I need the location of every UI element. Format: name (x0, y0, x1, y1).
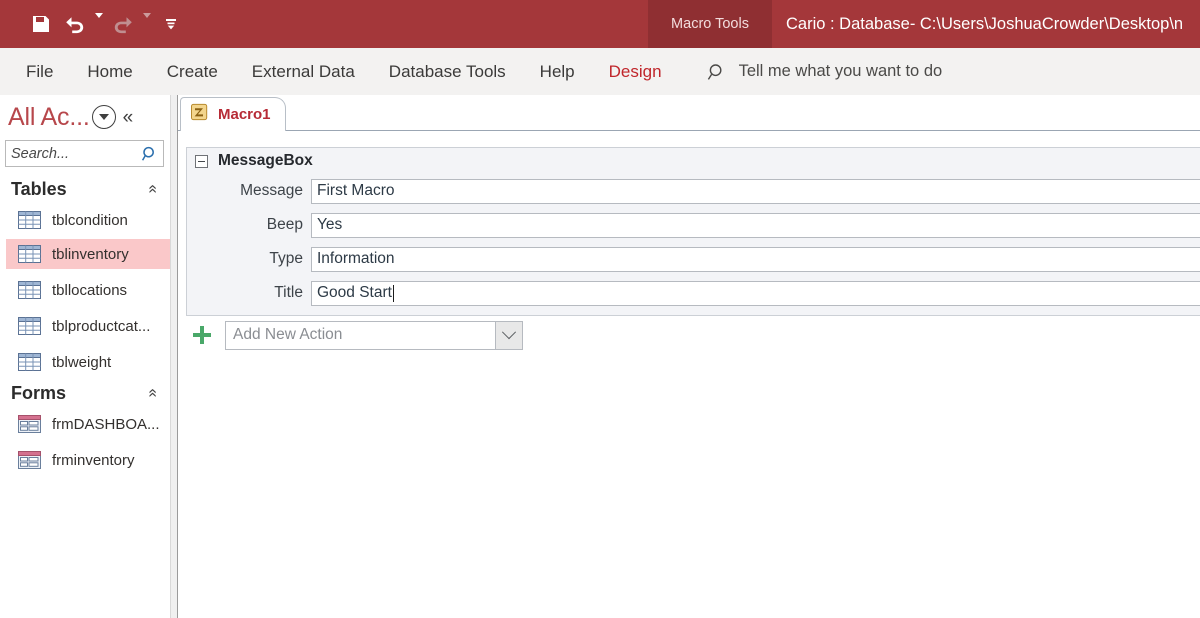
tab-help-label: Help (539, 61, 575, 81)
argument-value-message: First Macro (317, 182, 395, 199)
tab-create-label: Create (166, 61, 218, 81)
macro-argument-row: Beep Yes (187, 208, 1200, 242)
macro-action-block-messagebox: MessageBox Message First Macro Beep Yes … (186, 147, 1200, 316)
form-icon (18, 415, 41, 433)
argument-input-title[interactable]: Good Start (311, 280, 1200, 306)
quick-access-toolbar (0, 0, 188, 48)
document-tab-strip: Macro1 (178, 95, 1200, 131)
ribbon-tab-bar: File Home Create External Data Database … (0, 48, 1200, 96)
navigation-pane-header: All Ac... « (0, 95, 170, 139)
table-icon (18, 353, 41, 371)
nav-item-label: frminventory (52, 451, 135, 469)
argument-input-message[interactable]: First Macro (311, 178, 1200, 204)
nav-group-forms[interactable]: Forms « (0, 379, 170, 407)
nav-item-frmdashboard[interactable]: frmDASHBOA... (6, 409, 170, 439)
form-icon (18, 451, 41, 469)
argument-input-beep[interactable]: Yes (311, 212, 1200, 238)
nav-item-tblweight[interactable]: tblweight (6, 347, 170, 377)
table-icon (18, 245, 41, 263)
contextual-tab-label: Macro Tools (671, 16, 749, 32)
document-title: Cario : Database- C:\Users\JoshuaCrowder… (786, 0, 1183, 48)
search-icon[interactable] (137, 142, 163, 165)
tab-help[interactable]: Help (523, 48, 592, 95)
tab-create[interactable]: Create (150, 48, 235, 95)
nav-item-tblcondition[interactable]: tblcondition (6, 205, 170, 235)
nav-item-tbllocations[interactable]: tbllocations (6, 275, 170, 305)
macro-action-block-header[interactable]: MessageBox (187, 148, 1200, 174)
tab-file[interactable]: File (9, 48, 70, 95)
access-application-window: Macro Tools Cario : Database- C:\Users\J… (0, 0, 1200, 618)
tab-file-label: File (26, 61, 54, 81)
table-icon (18, 211, 41, 229)
document-area: Macro1 MessageBox Message First Macro Be… (178, 95, 1200, 618)
tab-home[interactable]: Home (70, 48, 149, 95)
tab-design[interactable]: Design (592, 48, 679, 95)
nav-group-tables-label: Tables (11, 178, 67, 199)
tell-me-label: Tell me what you want to do (738, 62, 943, 80)
collapse-navigation-pane-icon[interactable]: « (123, 108, 134, 127)
search-input-placeholder: Search... (11, 145, 70, 162)
undo-dropdown-icon[interactable] (92, 2, 106, 47)
argument-label-message: Message (240, 182, 303, 199)
customize-quick-access-toolbar-icon[interactable] (154, 7, 188, 41)
argument-label-title: Title (274, 284, 303, 301)
nav-item-label: tblcondition (52, 211, 128, 229)
chevron-down-icon[interactable] (495, 321, 522, 349)
redo-dropdown-icon (140, 2, 154, 47)
tab-database-tools[interactable]: Database Tools (372, 48, 523, 95)
document-title-text: Cario : Database- C:\Users\JoshuaCrowder… (786, 14, 1184, 33)
nav-item-label: tblweight (52, 353, 112, 371)
document-tab-macro1[interactable]: Macro1 (180, 97, 286, 131)
macro-argument-row: Type Information (187, 242, 1200, 276)
nav-item-frminventory[interactable]: frminventory (6, 445, 170, 475)
argument-label-beep: Beep (266, 216, 303, 233)
document-tab-label: Macro1 (218, 106, 271, 123)
tab-home-label: Home (87, 61, 133, 81)
nav-group-tables[interactable]: Tables « (0, 175, 170, 203)
contextual-tab-macro-tools[interactable]: Macro Tools (648, 0, 772, 48)
chevron-down-icon[interactable] (91, 105, 116, 129)
redo-icon (106, 7, 140, 41)
text-cursor (392, 284, 395, 302)
tell-me-search[interactable]: Tell me what you want to do (707, 62, 943, 82)
argument-value-title: Good Start (317, 284, 392, 301)
nav-group-forms-label: Forms (11, 382, 67, 403)
add-new-action-placeholder: Add New Action (233, 326, 343, 343)
nav-group-tables-collapse-icon[interactable]: « (145, 185, 162, 194)
add-new-action-row: Add New Action (186, 319, 706, 351)
navigation-pane-title[interactable]: All Ac... (8, 103, 90, 132)
nav-item-tblinventory[interactable]: tblinventory (6, 239, 170, 269)
macro-designer-surface: MessageBox Message First Macro Beep Yes … (178, 131, 1200, 618)
save-icon[interactable] (24, 7, 58, 41)
macro-argument-row: Title Good Start (187, 276, 1200, 310)
tab-external-data-label: External Data (251, 61, 355, 81)
macro-icon (189, 102, 209, 127)
nav-item-label: tblinventory (52, 245, 129, 263)
collapse-expand-icon[interactable] (195, 154, 208, 168)
add-new-action-combobox[interactable]: Add New Action (225, 320, 523, 350)
table-icon (18, 281, 41, 299)
nav-item-label: frmDASHBOA... (52, 415, 160, 433)
nav-item-label: tblproductcat... (52, 317, 151, 335)
nav-item-tblproductcat[interactable]: tblproductcat... (6, 311, 170, 341)
undo-icon[interactable] (58, 7, 92, 41)
title-bar: Macro Tools Cario : Database- C:\Users\J… (0, 0, 1200, 48)
argument-label-type: Type (269, 250, 303, 267)
nav-item-label: tbllocations (52, 281, 128, 299)
plus-icon[interactable] (191, 324, 213, 346)
tab-database-tools-label: Database Tools (388, 61, 506, 81)
table-icon (18, 317, 41, 335)
argument-value-type: Information (317, 250, 395, 267)
navigation-pane-splitter[interactable] (170, 95, 178, 618)
argument-value-beep: Yes (317, 216, 343, 233)
macro-argument-row: Message First Macro (187, 174, 1200, 208)
tab-design-label: Design (608, 61, 662, 81)
macro-action-name: MessageBox (218, 152, 313, 169)
argument-input-type[interactable]: Information (311, 246, 1200, 272)
nav-group-forms-collapse-icon[interactable]: « (145, 389, 162, 398)
tab-external-data[interactable]: External Data (235, 48, 372, 95)
search-icon (707, 62, 727, 82)
search-input[interactable]: Search... (5, 140, 164, 167)
navigation-pane: All Ac... « Search... Tables « tblcondit… (0, 95, 170, 618)
